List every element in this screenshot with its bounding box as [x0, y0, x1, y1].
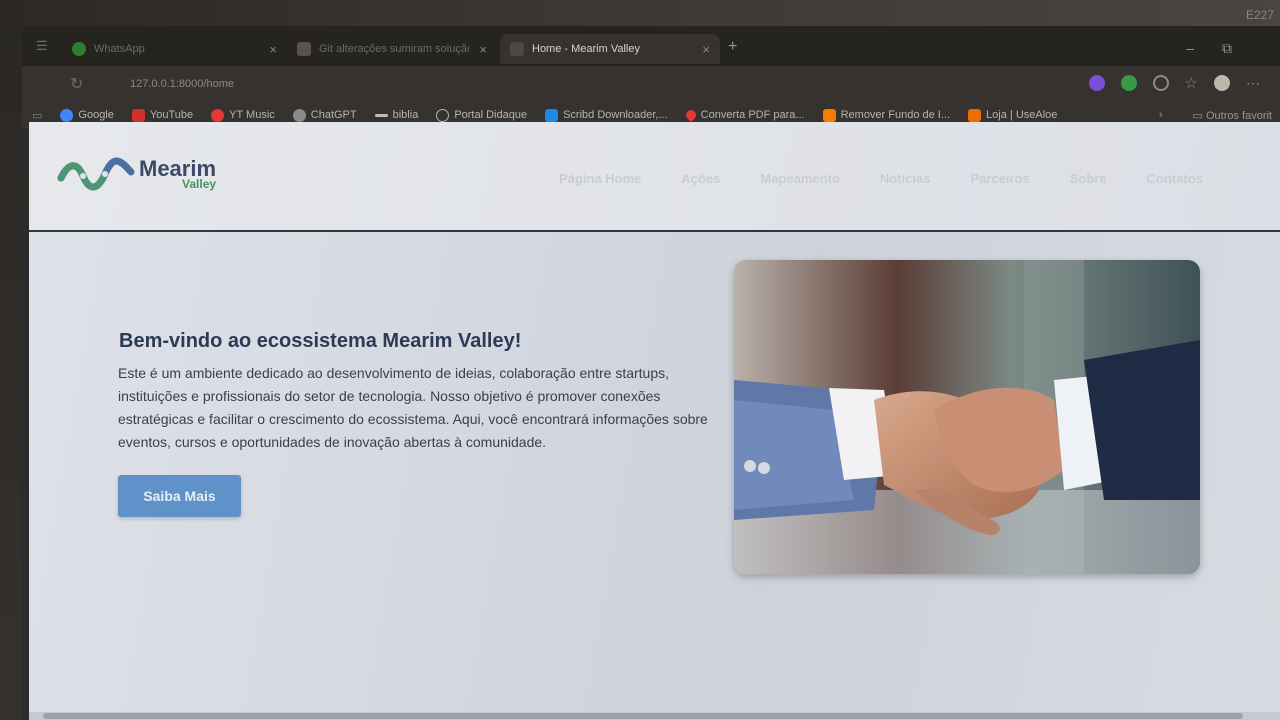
- bookmark-label: Scribd Downloader,...: [563, 109, 668, 121]
- nav-contatos[interactable]: Contatos: [1147, 171, 1203, 186]
- url-field[interactable]: 127.0.0.1:8000/home: [102, 72, 1002, 96]
- bookmark-biblia[interactable]: biblia: [374, 109, 419, 121]
- handshake-illustration: [734, 260, 1200, 574]
- main-nav: Página Home Ações Mapeamento Notícias Pa…: [559, 171, 1203, 186]
- web-page: Mearim Valley Página Home Ações Mapeamen…: [29, 122, 1280, 720]
- url-text: 127.0.0.1:8000/home: [130, 78, 234, 90]
- hero-title: Bem-vindo ao ecossistema Mearim Valley!: [119, 330, 522, 352]
- bookmark-label: biblia: [392, 109, 419, 121]
- bookmark-converta-pdf[interactable]: Converta PDF para...: [683, 107, 805, 123]
- browser-window: ☰ WhatsApp × Git alterações sumiram solu…: [22, 26, 1280, 720]
- learn-more-button[interactable]: Saiba Mais: [118, 475, 241, 517]
- tab-label: Home - Mearim Valley: [532, 43, 640, 55]
- bookmark-remover-fundo[interactable]: Remover Fundo de I...: [822, 108, 951, 122]
- whatsapp-icon: [72, 42, 86, 56]
- close-icon[interactable]: ×: [479, 42, 487, 57]
- other-bookmarks-label: Outros favorit: [1205, 109, 1272, 122]
- bookmark-label: Loja | UseAloe: [986, 109, 1058, 121]
- profile-icon[interactable]: [1214, 75, 1230, 91]
- globe-icon: [436, 108, 450, 122]
- heart-icon: [683, 107, 698, 123]
- chatgpt-icon: [292, 108, 306, 122]
- scribd-icon: [545, 108, 559, 122]
- bookmark-portal-didaque[interactable]: Portal Didaque: [436, 108, 528, 122]
- youtube-icon: [131, 108, 145, 122]
- nav-sobre[interactable]: Sobre: [1070, 171, 1107, 186]
- nav-acoes[interactable]: Ações: [681, 171, 720, 186]
- tab-label: WhatsApp: [94, 43, 145, 55]
- page-icon: [297, 42, 311, 56]
- bookmark-label: Google: [78, 109, 114, 121]
- nav-mapeamento[interactable]: Mapeamento: [760, 171, 839, 186]
- remove-bg-icon: [822, 108, 836, 122]
- tab-whatsapp[interactable]: WhatsApp ×: [62, 34, 287, 64]
- bookmark-google[interactable]: Google: [60, 108, 114, 122]
- window-controls[interactable]: –⧉: [1186, 40, 1260, 57]
- close-icon[interactable]: ×: [269, 42, 277, 57]
- new-tab-button[interactable]: +: [728, 38, 737, 56]
- logo-sub-text: Valley: [182, 177, 217, 191]
- close-icon[interactable]: ×: [702, 42, 710, 57]
- reload-icon[interactable]: ↻: [70, 74, 83, 94]
- sync-icon[interactable]: [1152, 75, 1169, 91]
- bookmark-label: Remover Fundo de I...: [840, 109, 951, 121]
- tab-bar: ☰ WhatsApp × Git alterações sumiram solu…: [22, 26, 1280, 66]
- store-icon: [968, 108, 982, 122]
- star-icon[interactable]: ☆: [1185, 74, 1198, 92]
- other-bookmarks[interactable]: ▭ Outros favorit: [1193, 109, 1273, 122]
- extension-icon[interactable]: [1088, 75, 1105, 91]
- logo-text: Mearim Valley: [139, 158, 217, 191]
- extensions-area: ☆ ⋯: [1088, 74, 1260, 92]
- site-logo[interactable]: Mearim Valley: [57, 150, 216, 198]
- tab-home-mearim[interactable]: Home - Mearim Valley ×: [500, 34, 720, 64]
- bookmark-label: YT Music: [229, 109, 275, 121]
- tab-menu-icon[interactable]: ☰: [36, 38, 48, 54]
- bookmark-loja-usealoe[interactable]: Loja | UseAloe: [968, 108, 1058, 122]
- bookmark-label: ChatGPT: [310, 109, 357, 121]
- scrollbar-thumb[interactable]: [43, 713, 1243, 719]
- monitor-bezel-left: [0, 0, 24, 720]
- bookmark-yt-music[interactable]: YT Music: [211, 108, 275, 122]
- page-icon: [374, 113, 388, 117]
- wave-logo-icon: [57, 157, 135, 191]
- chevron-right-icon[interactable]: ›: [1159, 109, 1163, 122]
- hero-description: Este é um ambiente dedicado ao desenvolv…: [118, 365, 708, 450]
- address-bar: ↻ 127.0.0.1:8000/home ☆ ⋯: [22, 66, 1280, 102]
- handshake-image: [734, 260, 1200, 574]
- nav-noticias[interactable]: Notícias: [880, 171, 931, 186]
- page-icon: [510, 42, 524, 56]
- horizontal-scrollbar[interactable]: [29, 712, 1280, 720]
- corner-label: E227: [1245, 8, 1274, 22]
- bookmarks-menu-icon[interactable]: ▭: [32, 109, 42, 122]
- shield-icon[interactable]: [1120, 75, 1137, 91]
- bookmark-label: YouTube: [149, 109, 194, 121]
- bookmark-label: Portal Didaque: [454, 109, 528, 121]
- bookmark-label: Converta PDF para...: [700, 109, 805, 121]
- more-icon[interactable]: ⋯: [1246, 75, 1260, 92]
- tab-git[interactable]: Git alterações sumiram solução ×: [287, 34, 497, 64]
- nav-home[interactable]: Página Home: [559, 171, 641, 186]
- bookmark-youtube[interactable]: YouTube: [131, 108, 194, 122]
- bookmark-scribd[interactable]: Scribd Downloader,...: [545, 108, 668, 122]
- google-icon: [60, 108, 74, 122]
- tab-label: Git alterações sumiram solução: [319, 43, 469, 55]
- bookmark-chatgpt[interactable]: ChatGPT: [292, 108, 357, 122]
- site-header: Mearim Valley Página Home Ações Mapeamen…: [29, 122, 1280, 232]
- yt-music-icon: [211, 108, 225, 122]
- bookmarks-overflow: › ▭ Outros favorit: [1159, 109, 1280, 122]
- nav-parceiros[interactable]: Parceiros: [970, 171, 1029, 186]
- folder-icon: ▭: [1192, 109, 1203, 122]
